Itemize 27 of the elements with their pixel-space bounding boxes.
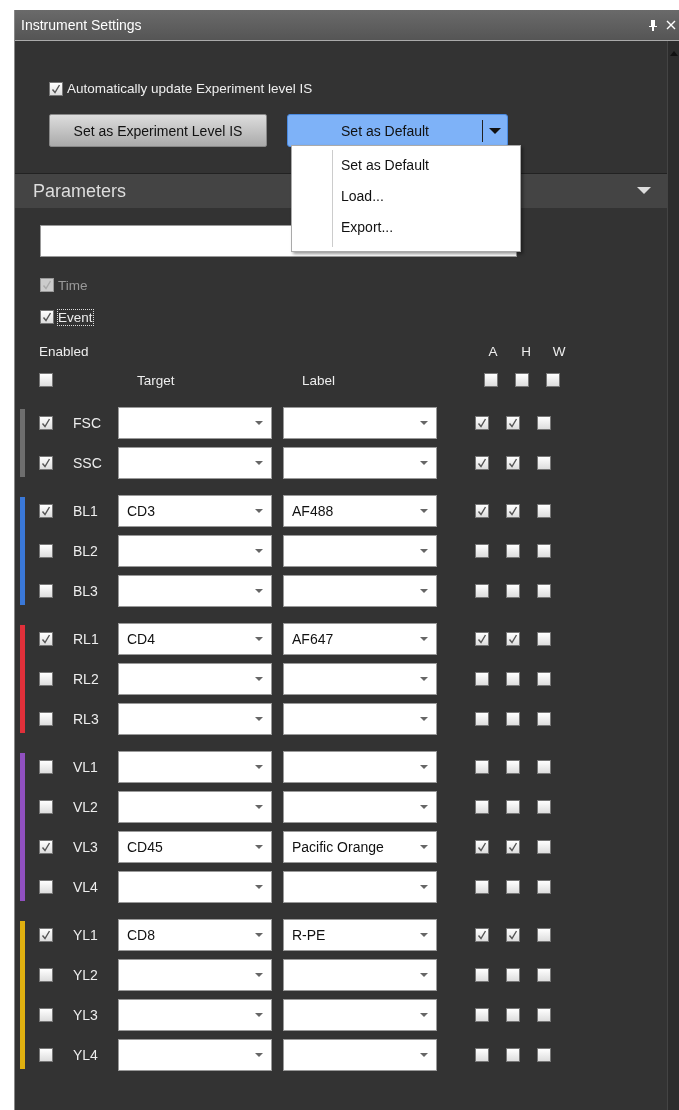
channel-name: YL3 (72, 1007, 99, 1023)
checkbox-label: Time (58, 277, 88, 293)
channel-name: VL2 (72, 799, 99, 815)
column-header: A (487, 343, 499, 359)
column-header: Enabled (39, 343, 89, 359)
channel-name: VL1 (72, 759, 99, 775)
channel-name: BL1 (72, 503, 99, 519)
channel-name: YL1 (72, 927, 99, 943)
channel-name: RL1 (72, 631, 100, 647)
channel-name: SSC (72, 455, 103, 471)
checkbox-label: Event (58, 309, 93, 325)
channel-name: RL3 (72, 711, 100, 727)
column-header: H (520, 343, 532, 359)
channel-name: BL2 (72, 543, 99, 559)
checkbox-label: Automatically update Experiment level IS (67, 81, 313, 96)
column-header: Target (137, 372, 176, 388)
channel-name: BL3 (72, 583, 99, 599)
section-title: Parameters (33, 180, 127, 202)
channel-name: YL2 (72, 967, 99, 983)
channel-name: VL4 (72, 879, 99, 895)
channel-name: FSC (72, 415, 102, 431)
column-header: Label (302, 372, 337, 388)
window-title: Instrument Settings (21, 17, 142, 33)
channel-name: RL2 (72, 671, 100, 687)
channel-name: VL3 (72, 839, 99, 855)
channel-name: YL4 (72, 1047, 99, 1063)
column-header: W (551, 343, 567, 359)
